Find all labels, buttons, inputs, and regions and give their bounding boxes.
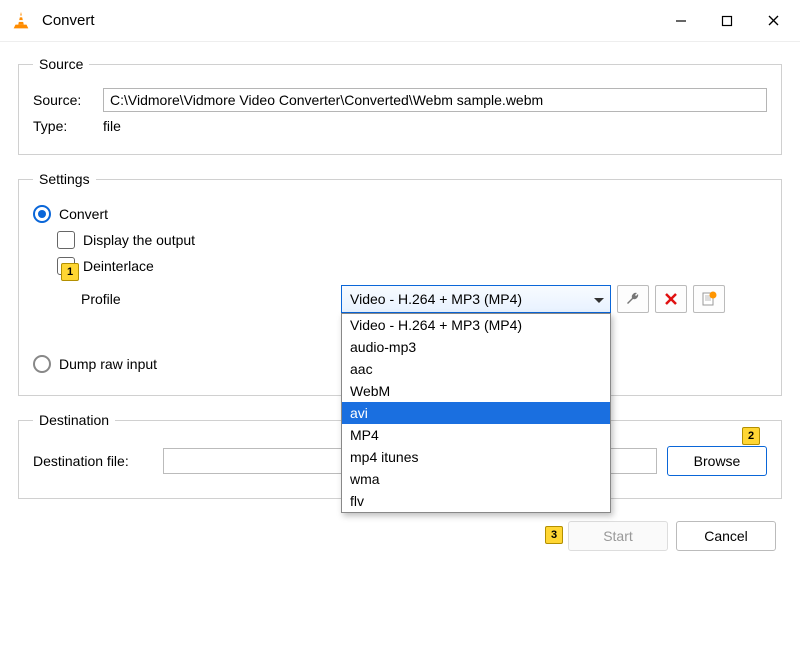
minimize-icon bbox=[675, 15, 687, 27]
profile-label: Profile bbox=[81, 291, 341, 307]
profile-dropdown-list: Video - H.264 + MP3 (MP4)audio-mp3aacWeb… bbox=[341, 313, 611, 513]
dump-raw-label: Dump raw input bbox=[59, 356, 157, 372]
annotation-3: 3 bbox=[545, 526, 563, 544]
profile-option[interactable]: aac bbox=[342, 358, 610, 380]
annotation-1: 1 bbox=[61, 263, 79, 281]
type-label: Type: bbox=[33, 118, 103, 134]
profile-option[interactable]: audio-mp3 bbox=[342, 336, 610, 358]
settings-legend: Settings bbox=[33, 171, 96, 187]
profile-select[interactable]: Video - H.264 + MP3 (MP4) bbox=[341, 285, 611, 313]
titlebar: Convert bbox=[0, 0, 800, 42]
start-button[interactable]: 3 Start bbox=[568, 521, 668, 551]
profile-settings-button[interactable] bbox=[617, 285, 649, 313]
profile-select-value: Video - H.264 + MP3 (MP4) bbox=[350, 291, 522, 307]
close-icon bbox=[767, 14, 780, 27]
browse-button[interactable]: 2 Browse bbox=[667, 446, 767, 476]
destination-legend: Destination bbox=[33, 412, 115, 428]
source-input[interactable] bbox=[103, 88, 767, 112]
maximize-icon bbox=[721, 15, 733, 27]
close-button[interactable] bbox=[750, 0, 796, 42]
profile-delete-button[interactable] bbox=[655, 285, 687, 313]
dialog-footer: 3 Start Cancel bbox=[0, 515, 800, 551]
profile-option[interactable]: mp4 itunes bbox=[342, 446, 610, 468]
profile-new-button[interactable] bbox=[693, 285, 725, 313]
radio-unselected-icon bbox=[33, 355, 51, 373]
cancel-button[interactable]: Cancel bbox=[676, 521, 776, 551]
convert-radio[interactable]: Convert bbox=[33, 205, 767, 223]
new-document-icon bbox=[701, 291, 717, 307]
browse-button-label: Browse bbox=[694, 453, 741, 469]
display-output-label: Display the output bbox=[83, 232, 195, 248]
deinterlace-label: Deinterlace bbox=[83, 258, 154, 274]
radio-selected-icon bbox=[33, 205, 51, 223]
start-button-label: Start bbox=[603, 528, 633, 544]
profile-option[interactable]: Video - H.264 + MP3 (MP4) bbox=[342, 314, 610, 336]
source-label: Source: bbox=[33, 92, 103, 108]
x-red-icon bbox=[664, 292, 678, 306]
window-title: Convert bbox=[42, 12, 658, 29]
deinterlace-checkbox[interactable]: Deinterlace bbox=[57, 257, 767, 275]
settings-group: Settings Convert Display the output Dein… bbox=[18, 171, 782, 396]
cancel-button-label: Cancel bbox=[704, 528, 748, 544]
convert-radio-label: Convert bbox=[59, 206, 108, 222]
display-output-checkbox[interactable]: Display the output bbox=[57, 231, 767, 249]
profile-option[interactable]: WebM bbox=[342, 380, 610, 402]
destination-file-label: Destination file: bbox=[33, 453, 163, 469]
profile-option[interactable]: wma bbox=[342, 468, 610, 490]
chevron-down-icon bbox=[594, 291, 604, 307]
minimize-button[interactable] bbox=[658, 0, 704, 42]
source-group: Source Source: Type: file bbox=[18, 56, 782, 155]
source-legend: Source bbox=[33, 56, 89, 72]
profile-option[interactable]: MP4 bbox=[342, 424, 610, 446]
wrench-icon bbox=[625, 291, 641, 307]
type-value: file bbox=[103, 118, 121, 134]
maximize-button[interactable] bbox=[704, 0, 750, 42]
vlc-cone-icon bbox=[10, 10, 32, 32]
profile-option[interactable]: flv bbox=[342, 490, 610, 512]
annotation-2: 2 bbox=[742, 427, 760, 445]
profile-option[interactable]: avi bbox=[342, 402, 610, 424]
checkbox-unchecked-icon bbox=[57, 231, 75, 249]
